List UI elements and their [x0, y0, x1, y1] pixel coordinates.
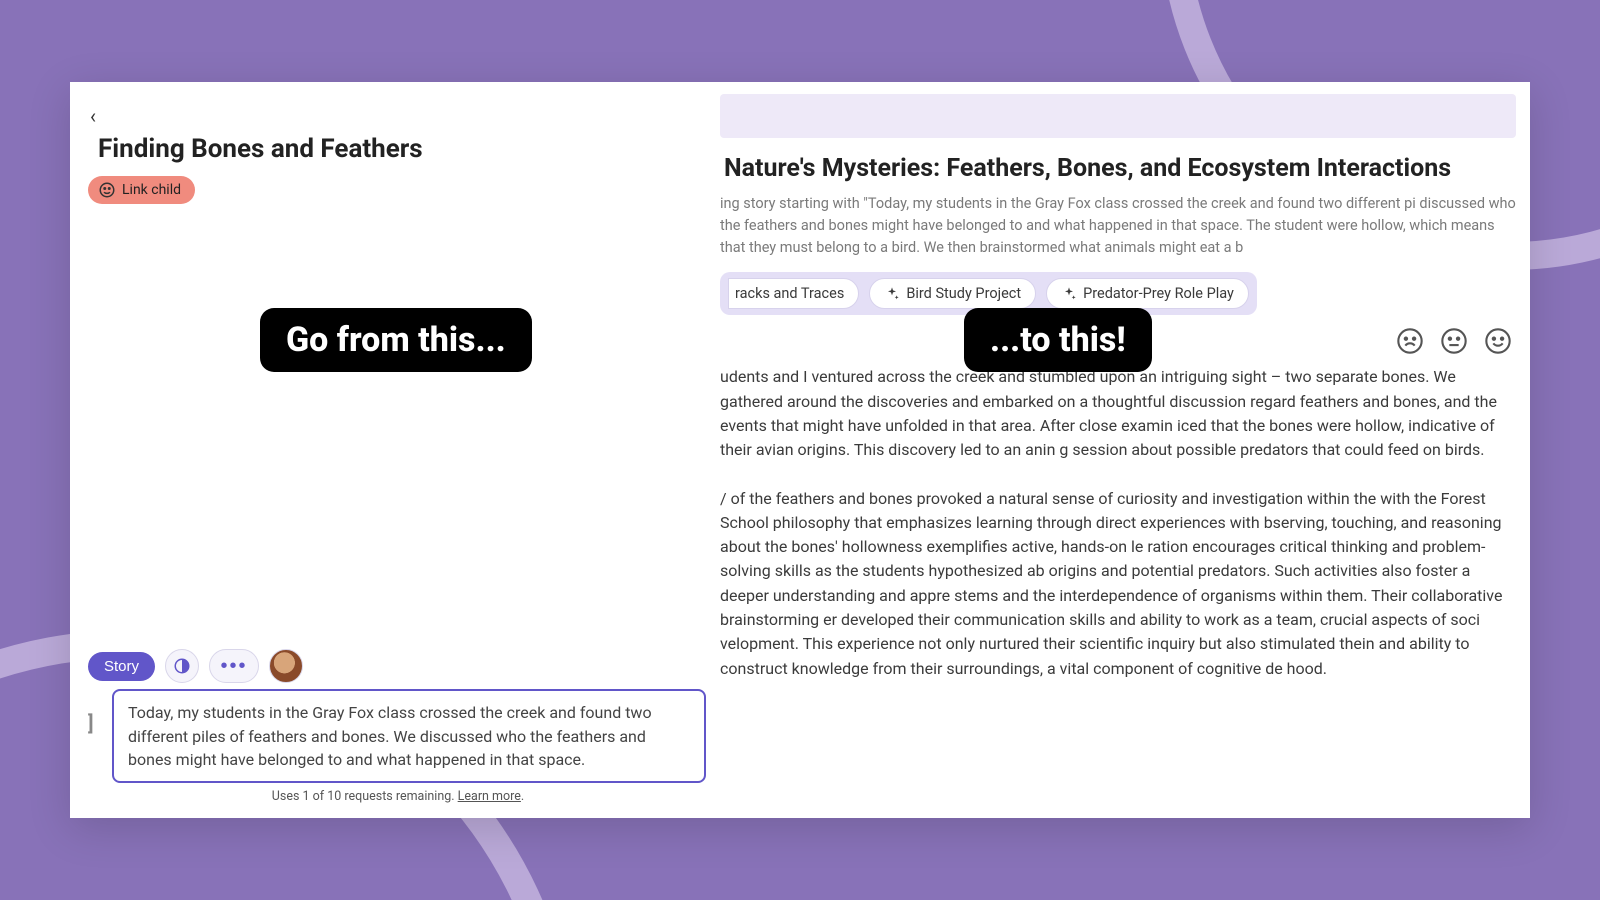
draft-title: Finding Bones and Feathers — [98, 134, 708, 164]
generated-paragraph: / of the feathers and bones provoked a n… — [720, 487, 1516, 682]
suggestion-pill[interactable]: Predator-Prey Role Play — [1046, 278, 1249, 309]
theme-toggle-button[interactable] — [165, 649, 199, 683]
more-options-button[interactable]: ••• — [209, 649, 259, 683]
feedback-happy-icon[interactable] — [1484, 327, 1512, 355]
comparison-card: ‹ Finding Bones and Feathers Link child … — [70, 82, 1530, 818]
editor-toolbar: Story ••• — [88, 649, 708, 683]
right-header-placeholder — [720, 94, 1516, 138]
right-panel: Nature's Mysteries: Feathers, Bones, and… — [720, 82, 1530, 818]
story-tab-button[interactable]: Story — [88, 652, 155, 681]
user-avatar[interactable] — [269, 649, 303, 683]
back-icon[interactable]: ‹ — [90, 104, 708, 128]
generated-title: Nature's Mysteries: Feathers, Bones, and… — [724, 154, 1516, 183]
left-panel: ‹ Finding Bones and Feathers Link child … — [70, 82, 720, 818]
sparkle-icon — [1061, 286, 1077, 302]
sparkle-icon — [884, 286, 900, 302]
generated-body: udents and I ventured across the creek a… — [720, 365, 1516, 681]
contrast-icon — [173, 657, 191, 675]
learn-more-link[interactable]: Learn more — [458, 789, 521, 804]
face-icon — [98, 181, 116, 199]
link-child-button[interactable]: Link child — [88, 176, 195, 204]
feedback-sad-icon[interactable] — [1396, 327, 1424, 355]
story-input[interactable]: ] Today, my students in the Gray Fox cla… — [112, 689, 706, 783]
story-input-text: Today, my students in the Gray Fox class… — [128, 703, 652, 768]
callout-before: Go from this... — [260, 308, 532, 372]
feedback-neutral-icon[interactable] — [1440, 327, 1468, 355]
generation-prompt-preview: ing story starting with "Today, my stude… — [720, 193, 1516, 258]
suggestion-pill[interactable]: Bird Study Project — [869, 278, 1036, 309]
usage-remaining: Uses 1 of 10 requests remaining. Learn m… — [88, 789, 708, 804]
callout-after: ...to this! — [964, 308, 1152, 372]
expand-icon[interactable]: ] — [88, 709, 94, 738]
link-child-label: Link child — [122, 182, 181, 198]
suggestion-pill[interactable]: racks and Traces — [728, 278, 859, 309]
generated-paragraph: udents and I ventured across the creek a… — [720, 365, 1516, 462]
